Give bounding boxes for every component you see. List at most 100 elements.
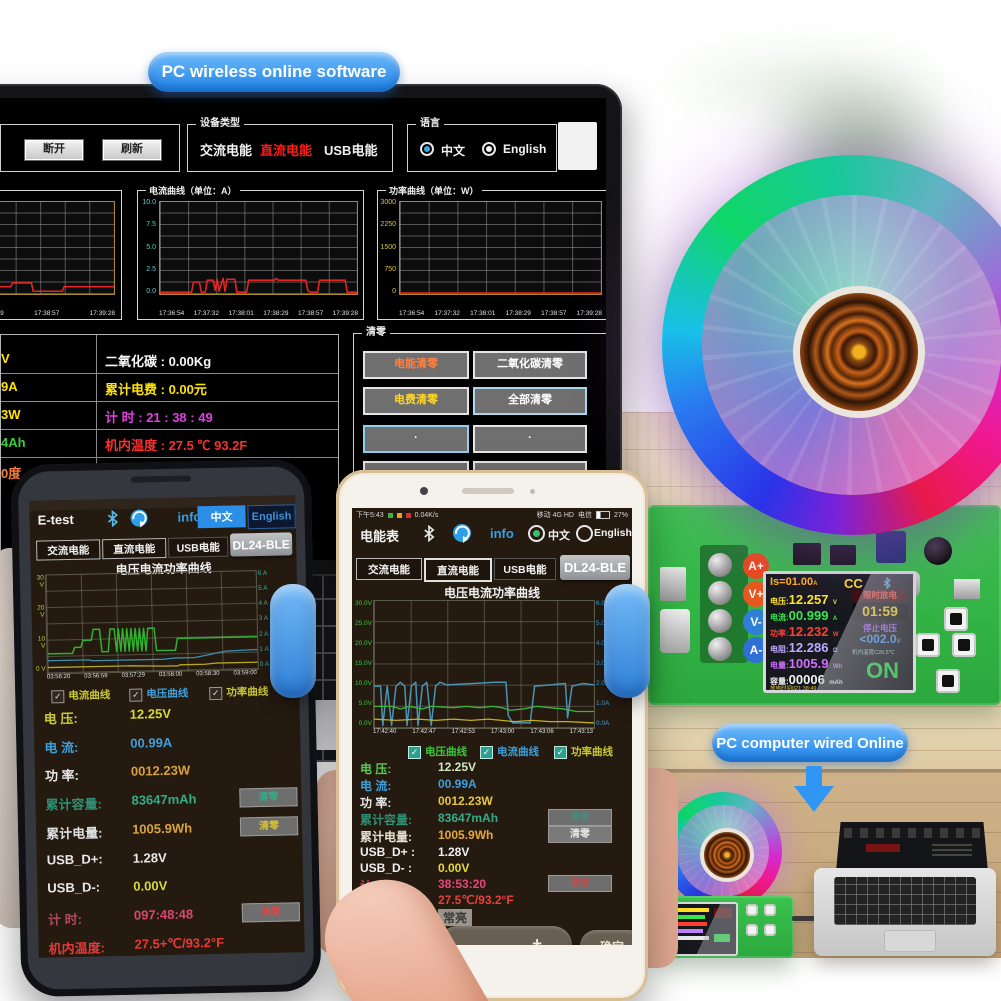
- table-row: 9A 累计电费 : 0.00元: [1, 373, 338, 402]
- clear-timer-button[interactable]: 清零: [242, 902, 300, 922]
- clear-capacity-button[interactable]: 清零: [239, 787, 297, 807]
- reset-extra-button[interactable]: ·: [363, 425, 469, 453]
- tab-dc-power[interactable]: 直流电能: [424, 558, 492, 582]
- phone-left: E-test info 中文 English 交流电能 直流电能 USB电能 D…: [10, 459, 321, 997]
- screen-glare: [766, 574, 913, 690]
- x-tick: 17:42:47: [412, 729, 435, 735]
- dl24-ble-button[interactable]: DL24-BLE: [560, 555, 630, 580]
- app-title: 电能表: [360, 526, 399, 545]
- checkbox-voltage-curve[interactable]: ✓电压曲线: [408, 742, 467, 760]
- clear-energy-button[interactable]: 清零: [240, 816, 298, 836]
- device-type-usb[interactable]: USB电能: [324, 140, 377, 159]
- reset-extra-button[interactable]: ·: [473, 425, 587, 453]
- lang-chinese-button[interactable]: 中文: [197, 505, 245, 528]
- y-tick: 10.0V: [352, 680, 372, 687]
- terminal-screw: [708, 637, 732, 661]
- reset-fee-button[interactable]: 电费清零: [363, 387, 469, 415]
- x-tick: 17:43:00: [491, 729, 514, 735]
- table-row: 3W 计 时 : 21 : 38 : 49: [1, 401, 338, 430]
- terminal-screw: [708, 609, 732, 633]
- bluetooth-icon[interactable]: [105, 510, 119, 527]
- tab-ac-power[interactable]: 交流电能: [36, 539, 100, 560]
- device-type-dc[interactable]: 直流电能: [260, 140, 312, 159]
- wireless-callout: PC wireless online software: [148, 52, 400, 92]
- checkbox-current-curve[interactable]: ✓电流曲线: [480, 742, 539, 760]
- y-tick: 20 V: [31, 605, 44, 619]
- chart-xaxis: 17:42:40 17:42:47 17:42:53 17:43:00 17:4…: [373, 729, 593, 735]
- front-camera: [420, 487, 428, 495]
- voltage-chart-group: 01 17:38:29 17:38:57 17:39:28: [0, 190, 122, 320]
- device-type-ac[interactable]: 交流电能: [200, 140, 252, 159]
- terminal-screw: [708, 553, 732, 577]
- info-link[interactable]: info: [490, 526, 514, 541]
- x-tick: 17:38:29: [506, 310, 531, 317]
- chart-title: 电压电流功率曲线: [352, 584, 632, 601]
- x-tick: 17:38:01: [228, 310, 253, 317]
- checkbox-power-curve[interactable]: ✓功率曲线: [554, 742, 613, 760]
- y-tick: 6 A: [258, 570, 280, 577]
- tab-usb-power[interactable]: USB电能: [168, 537, 228, 558]
- connection-group: 断开 刷新: [0, 124, 180, 172]
- partial-value: 3W: [1, 407, 45, 422]
- radio-english-label[interactable]: English: [503, 142, 546, 156]
- power-chart-yaxis: 3000 2250 1500 750 0: [378, 199, 396, 295]
- dl24-ble-button[interactable]: DL24-BLE: [230, 532, 292, 556]
- fan-hub: [793, 286, 925, 418]
- mini-fan-hub: [700, 828, 754, 882]
- power-chart-xaxis: 17:36:54 17:37:32 17:38:01 17:38:29 17:3…: [399, 310, 602, 317]
- radio-english[interactable]: [482, 142, 496, 156]
- reset-energy-button[interactable]: 电能清零: [363, 351, 469, 379]
- clear-capacity-button[interactable]: 清零: [548, 809, 612, 826]
- clear-energy-button[interactable]: 清零: [548, 826, 612, 843]
- partial-value: V: [1, 351, 45, 366]
- reset-all-button[interactable]: 全部清零: [473, 387, 587, 415]
- bluetooth-icon[interactable]: [422, 525, 436, 542]
- reset-co2-button[interactable]: 二氧化碳清零: [473, 351, 587, 379]
- radio-chinese-label[interactable]: 中文: [548, 527, 570, 543]
- tab-ac-power[interactable]: 交流电能: [356, 558, 422, 580]
- status-bar: 下午5:43 0.04K/s 移动 4G HD 电信 27%: [356, 510, 628, 520]
- phone-left-clip: [270, 584, 316, 698]
- lang-english-button[interactable]: English: [247, 504, 295, 529]
- refresh-button[interactable]: 刷新: [103, 140, 161, 160]
- earpiece: [131, 475, 191, 482]
- radio-english-label[interactable]: English: [594, 527, 632, 539]
- reading-timer: 计 时:097:48:48: [48, 906, 194, 928]
- globe-icon[interactable]: [452, 523, 472, 543]
- radio-chinese[interactable]: [420, 142, 434, 156]
- globe-icon[interactable]: [129, 508, 148, 527]
- tab-usb-power[interactable]: USB电能: [494, 558, 556, 580]
- disconnect-button[interactable]: 断开: [25, 140, 83, 160]
- x-tick: 03:56:20: [47, 674, 70, 680]
- minus-button: [916, 633, 940, 657]
- reading-usb-dminus: USB_D-:0.00V: [47, 878, 167, 896]
- tab-dc-power[interactable]: 直流电能: [102, 538, 166, 559]
- ic-chip: [830, 545, 856, 565]
- radio-english[interactable]: [576, 525, 593, 542]
- y-tick: 10 V: [32, 635, 45, 649]
- reading-temperature: 机内温度:27.5+℃/93.2°F: [48, 935, 224, 958]
- bluetooth-module: [876, 531, 906, 563]
- plus-button[interactable]: +: [438, 926, 572, 945]
- radio-chinese[interactable]: [528, 525, 545, 542]
- ok-button[interactable]: 确定: [580, 930, 632, 945]
- radio-chinese-label[interactable]: 中文: [441, 142, 465, 159]
- clear-timer-button[interactable]: 清零: [548, 875, 612, 892]
- reading-power: 功 率:0012.23W: [45, 763, 191, 785]
- x-tick: 17:43:13: [570, 729, 593, 735]
- power-chart-series: [400, 202, 601, 294]
- power-chart-title: 功率曲线（单位：W）: [386, 184, 482, 197]
- reading-voltage: 电 压:12.25V: [360, 760, 476, 777]
- y-tick: 0: [378, 288, 396, 295]
- checkbox-current-curve[interactable]: ✓电流曲线: [51, 685, 110, 704]
- y-tick: 3000: [378, 199, 396, 206]
- y-tick: 0.0V: [352, 720, 372, 727]
- x-tick: 17:37:32: [435, 310, 460, 317]
- checkbox-voltage-curve[interactable]: ✓电压曲线: [129, 684, 188, 703]
- checkbox-power-curve[interactable]: ✓功率曲线: [209, 682, 268, 701]
- y-tick: 2250: [378, 221, 396, 228]
- reading-power: 功 率:0012.23W: [360, 794, 493, 811]
- x-tick: 17:42:53: [452, 729, 475, 735]
- power-chart-group: 功率曲线（单位：W） 3000 2250 1500 750 0 17:36:54…: [377, 190, 606, 320]
- mini-laptop-red: [866, 844, 900, 852]
